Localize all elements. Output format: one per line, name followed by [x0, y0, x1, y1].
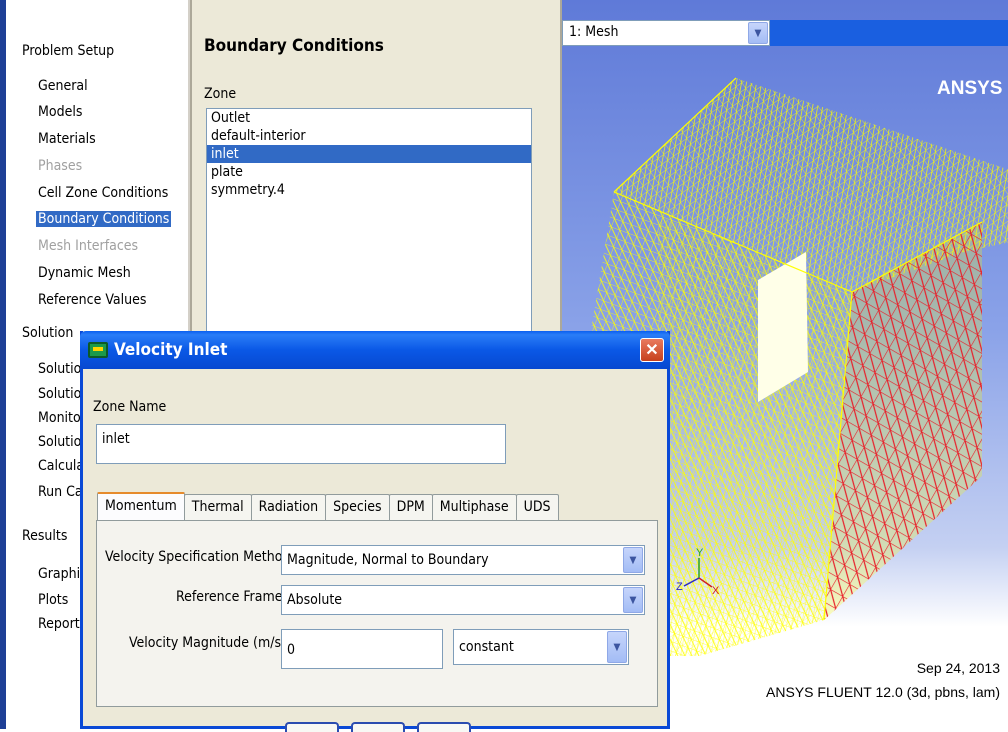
dialog-tabs: Momentum Thermal Radiation Species DPM M… — [97, 492, 559, 520]
fluent-app-icon — [88, 342, 108, 358]
tree-header-solution[interactable]: Solution — [22, 325, 73, 341]
graphics-date: Sep 24, 2013 — [916, 660, 1000, 676]
tab-thermal[interactable]: Thermal — [183, 494, 252, 520]
tab-dpm[interactable]: DPM — [388, 494, 433, 520]
ok-button[interactable] — [285, 722, 339, 732]
zone-item-plate[interactable]: plate — [207, 163, 531, 181]
reference-frame-label: Reference Frame — [176, 589, 283, 605]
reference-frame-select[interactable]: Absolute ▼ — [281, 585, 645, 615]
tree-item-mesh-interfaces: Mesh Interfaces — [38, 238, 139, 254]
chevron-down-icon[interactable]: ▼ — [623, 547, 643, 573]
axis-x-label: X — [712, 585, 720, 597]
tree-item-models[interactable]: Models — [38, 104, 82, 120]
tree-header-results[interactable]: Results — [22, 528, 67, 544]
zone-item-outlet[interactable]: Outlet — [207, 109, 531, 127]
dialog-title-bar[interactable]: Velocity Inlet ✕ — [80, 331, 670, 369]
axis-z-label: Z — [676, 581, 683, 593]
velocity-profile-select[interactable]: constant ▼ — [453, 629, 629, 665]
tree-item-monitors[interactable]: Monitor — [38, 410, 86, 426]
tree-item-dynamic-mesh[interactable]: Dynamic Mesh — [38, 265, 131, 281]
mesh-front-face-overlay — [658, 216, 852, 656]
zone-item-inlet[interactable]: inlet — [207, 145, 531, 163]
zone-name-input[interactable]: inlet — [96, 424, 506, 464]
zone-name-label: Zone Name — [93, 399, 167, 415]
zone-item-default-interior[interactable]: default-interior — [207, 127, 531, 145]
velocity-inlet-dialog: Velocity Inlet ✕ Zone Name inlet Momentu… — [80, 331, 670, 732]
help-button[interactable] — [417, 722, 471, 732]
velocity-spec-value: Magnitude, Normal to Boundary — [287, 552, 489, 568]
cancel-button[interactable] — [351, 722, 405, 732]
tree-item-reference-values[interactable]: Reference Values — [38, 292, 146, 308]
chevron-down-icon[interactable]: ▼ — [748, 22, 768, 44]
window-edge — [0, 0, 6, 729]
velocity-magnitude-input[interactable]: 0 — [281, 629, 443, 669]
tab-species[interactable]: Species — [325, 494, 390, 520]
tab-multiphase[interactable]: Multiphase — [431, 494, 517, 520]
panel-title: Boundary Conditions — [204, 36, 384, 56]
tree-item-run-calculation[interactable]: Run Ca — [38, 484, 83, 500]
graphics-view-value: 1: Mesh — [569, 24, 619, 40]
graphics-view-select[interactable]: 1: Mesh ▼ — [562, 20, 770, 46]
velocity-spec-label: Velocity Specification Method — [105, 549, 291, 565]
momentum-tab-panel: Velocity Specification Method Magnitude,… — [96, 520, 658, 707]
dialog-title: Velocity Inlet — [114, 340, 228, 360]
tree-item-phases: Phases — [38, 158, 83, 174]
tree-item-reports[interactable]: Reports — [38, 616, 86, 632]
close-icon[interactable]: ✕ — [640, 338, 664, 362]
tab-uds[interactable]: UDS — [515, 494, 559, 520]
zone-list[interactable]: Outlet default-interior inlet plate symm… — [206, 108, 532, 348]
tree-item-general[interactable]: General — [38, 78, 88, 94]
tree-item-materials[interactable]: Materials — [38, 131, 96, 147]
velocity-spec-select[interactable]: Magnitude, Normal to Boundary ▼ — [281, 545, 645, 575]
axis-y-label: Y — [696, 547, 704, 559]
reference-frame-value: Absolute — [287, 592, 343, 608]
velocity-magnitude-label: Velocity Magnitude (m/s) — [129, 635, 286, 651]
tab-momentum[interactable]: Momentum — [97, 492, 185, 520]
tree-item-boundary-conditions[interactable]: Boundary Conditions — [36, 211, 172, 227]
chevron-down-icon[interactable]: ▼ — [623, 587, 643, 613]
zone-label: Zone — [204, 86, 237, 102]
tab-radiation[interactable]: Radiation — [250, 494, 327, 520]
tree-item-cell-zone-conditions[interactable]: Cell Zone Conditions — [38, 185, 168, 201]
graphics-toolbar — [770, 20, 1008, 46]
tree-item-calculation-activities[interactable]: Calcula — [38, 458, 84, 474]
chevron-down-icon[interactable]: ▼ — [607, 631, 627, 663]
zone-item-symmetry[interactable]: symmetry.4 — [207, 181, 531, 199]
tree-item-plots[interactable]: Plots — [38, 592, 68, 608]
velocity-profile-value: constant — [459, 639, 514, 655]
graphics-version: ANSYS FLUENT 12.0 (3d, pbns, lam) — [766, 684, 1000, 700]
tree-header-problem-setup[interactable]: Problem Setup — [22, 43, 114, 59]
